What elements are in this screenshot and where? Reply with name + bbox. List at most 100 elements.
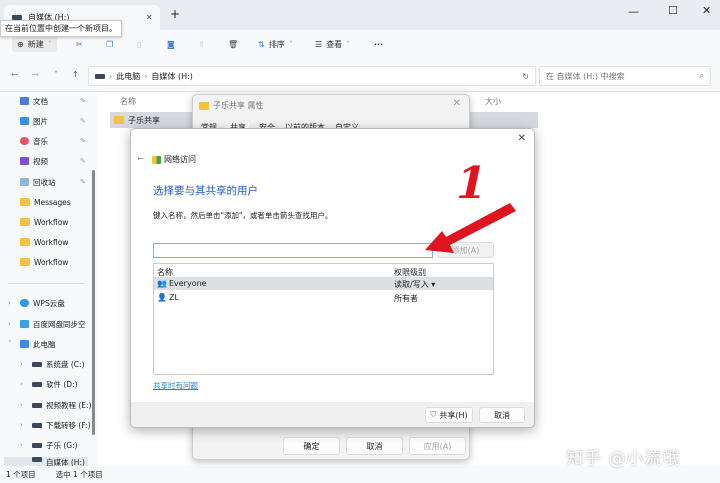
label: Messages xyxy=(34,197,71,207)
folder-icon xyxy=(20,238,30,246)
search-input[interactable]: 在 自媒体 (H:) 中搜索 ⌕ xyxy=(539,66,711,86)
paste-icon[interactable]: ▯ xyxy=(137,36,141,52)
sort-label: 排序 xyxy=(268,39,285,49)
label: 子乐 (G:) xyxy=(46,440,78,450)
label: 文档 xyxy=(33,96,48,106)
breadcrumb-drive-h[interactable]: 自媒体 (H:) xyxy=(151,71,193,82)
cancel-button[interactable]: 取消 xyxy=(346,437,403,455)
plus-circle-icon: ⊕ xyxy=(17,39,24,49)
divider xyxy=(8,283,84,284)
rename-icon[interactable]: ◙ xyxy=(167,36,175,52)
sidebar-item-workflow[interactable]: Workflow xyxy=(20,214,68,230)
up-icon[interactable]: ↑ xyxy=(72,70,79,79)
tooltip: 在当前位置中创建一个新项目。 xyxy=(0,20,122,37)
sidebar-item-documents[interactable]: 文档 ✎ xyxy=(20,93,86,109)
sidebar-item-drive-selected[interactable]: 自媒体 (H:) xyxy=(4,457,88,466)
share-icon[interactable]: ⇪ xyxy=(198,36,205,52)
search-placeholder: 在 自媒体 (H:) 中搜索 xyxy=(546,71,625,81)
label: Workflow xyxy=(34,217,69,227)
permission-dropdown[interactable]: 读取/写入 ▾ xyxy=(394,279,435,290)
pictures-icon xyxy=(20,117,29,125)
label: 下载转移 (F:) xyxy=(46,420,91,430)
sidebar-item-drive[interactable]: › 下载转移 (F:) xyxy=(20,417,91,433)
maximize-button[interactable]: ☐ xyxy=(668,4,678,17)
dialog-title: 子乐共享 属性 xyxy=(213,101,264,110)
sidebar-item-music[interactable]: 音乐 ✎ xyxy=(20,133,86,149)
drive-icon xyxy=(32,442,42,448)
view-label: 查看 xyxy=(326,39,343,49)
label: 图片 xyxy=(33,116,48,126)
address-bar[interactable]: › 此电脑 › 自媒体 (H:) ↻ xyxy=(88,66,536,86)
selected-count: 选中 1 个项目 xyxy=(55,470,103,479)
folder-icon xyxy=(114,116,124,124)
sidebar-item-drive[interactable]: › 软件 (D:) xyxy=(20,376,78,392)
navigation-pane: 文档 ✎ 图片 ✎ 音乐 ✎ 视频 ✎ 回收站 ✎ Messages Workflow W… xyxy=(0,92,98,466)
scrollbar[interactable] xyxy=(92,170,95,435)
sidebar-item-wps-cloud[interactable]: › WPS云盘 xyxy=(8,295,65,311)
recent-chevron-icon[interactable]: ˅ xyxy=(54,70,58,79)
drive-icon xyxy=(32,422,42,428)
new-label: 新建 xyxy=(27,39,44,49)
heading: 选择要与其共享的用户 xyxy=(153,185,258,197)
video-icon xyxy=(20,157,29,165)
view-button[interactable]: ☰ 查看 ˅ xyxy=(315,36,350,52)
close-icon[interactable]: ✕ xyxy=(518,133,526,144)
minimize-button[interactable]: — xyxy=(628,5,639,18)
red-arrow-icon xyxy=(425,203,516,253)
label: 百度网盘同步空 xyxy=(33,319,86,329)
sidebar-item-videos[interactable]: 视频 ✎ xyxy=(20,153,86,169)
sidebar-item-this-pc[interactable]: ˅ 此电脑 xyxy=(8,336,56,352)
user-name-input[interactable] xyxy=(153,243,433,258)
delete-icon[interactable]: 🗑 xyxy=(228,36,238,52)
drive-icon xyxy=(32,402,42,408)
folder-icon xyxy=(20,258,30,266)
sidebar-item-baidu[interactable]: › 百度网盘同步空 xyxy=(8,316,86,332)
breadcrumb-this-pc[interactable]: 此电脑 xyxy=(116,71,140,82)
sidebar-item-workflow[interactable]: Workflow xyxy=(20,254,68,270)
refresh-icon[interactable]: ↻ xyxy=(522,72,529,81)
label: 音乐 xyxy=(33,136,48,146)
cancel-button[interactable]: 取消 xyxy=(479,407,525,423)
sidebar-item-drive[interactable]: › 子乐 (G:) xyxy=(20,437,78,453)
sidebar-item-drive[interactable]: › 系统盘 (C:) xyxy=(20,356,85,372)
sidebar-item-pictures[interactable]: 图片 ✎ xyxy=(20,113,86,129)
user-icon: 👤 xyxy=(157,293,167,302)
instruction: 键入名称，然后单击"添加"，或者单击箭头查找用户。 xyxy=(153,211,333,220)
sidebar-item-drive[interactable]: › 视频教程 (E:) xyxy=(20,397,92,413)
user-name: Everyone xyxy=(168,279,207,288)
sort-button[interactable]: ⇅ 排序 ˅ xyxy=(258,36,293,52)
help-link[interactable]: 共享时有问题 xyxy=(153,380,198,391)
label: 系统盘 (C:) xyxy=(46,359,85,369)
more-button[interactable]: ··· xyxy=(374,36,383,52)
close-window-button[interactable]: ✕ xyxy=(702,4,711,17)
ok-button[interactable]: 确定 xyxy=(283,437,340,455)
label: 视频 xyxy=(33,156,48,166)
cut-icon[interactable]: ✂ xyxy=(76,36,83,52)
label: 回收站 xyxy=(33,177,56,187)
sidebar-item-workflow[interactable]: Workflow xyxy=(20,234,68,250)
user-row[interactable]: 👥 Everyone 读取/写入 ▾ xyxy=(154,277,493,290)
column-header-name[interactable]: 名称 xyxy=(120,96,136,107)
new-tab-button[interactable]: + xyxy=(170,7,180,21)
back-icon[interactable]: ← xyxy=(11,70,18,79)
user-row[interactable]: 👤 ZL 所有者 xyxy=(154,291,493,304)
drive-icon xyxy=(32,457,42,462)
forward-icon[interactable]: → xyxy=(32,70,39,79)
column-header-size[interactable]: 大小 xyxy=(485,96,501,107)
pin-icon: ✎ xyxy=(80,178,86,186)
copy-icon[interactable]: ❐ xyxy=(106,36,113,52)
folder-icon xyxy=(20,198,30,206)
label: 此电脑 xyxy=(33,339,56,349)
back-arrow-icon[interactable]: ← xyxy=(137,154,144,163)
pin-icon: ✎ xyxy=(80,97,86,105)
close-icon[interactable]: ✕ xyxy=(453,98,461,109)
sidebar-item-messages[interactable]: Messages xyxy=(20,194,71,210)
share-button[interactable]: ⛉ 共享(H) xyxy=(425,407,473,423)
drive-icon xyxy=(32,361,42,367)
apply-button[interactable]: 应用(A) xyxy=(409,437,466,455)
computer-icon xyxy=(20,340,29,348)
sidebar-item-recycle-bin[interactable]: 回收站 ✎ xyxy=(20,174,86,190)
new-button[interactable]: ⊕ 新建 ˅ xyxy=(12,36,57,52)
close-tab-icon[interactable]: ✕ xyxy=(146,13,153,22)
user-list: 名称 权限级别 👥 Everyone 读取/写入 ▾ 👤 ZL 所有者 xyxy=(153,263,494,375)
